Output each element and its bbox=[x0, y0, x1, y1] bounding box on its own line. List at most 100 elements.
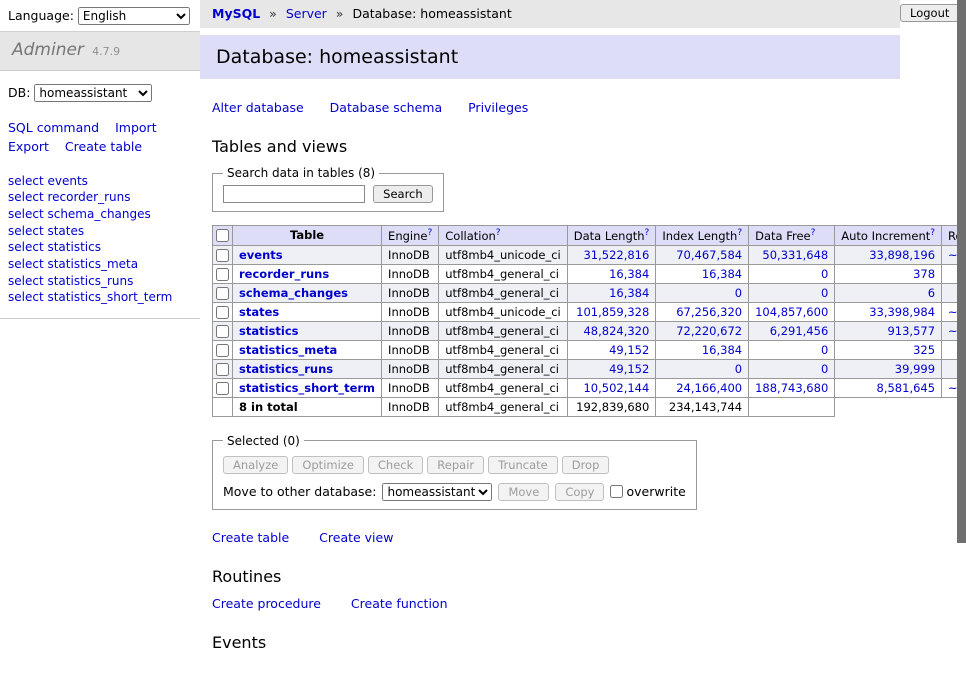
logout-button[interactable]: Logout bbox=[900, 4, 959, 22]
export-link[interactable]: Export bbox=[8, 139, 49, 154]
data-length-link[interactable]: 16,384 bbox=[609, 267, 649, 281]
truncate-button[interactable]: Truncate bbox=[488, 456, 558, 474]
data-length-link[interactable]: 31,522,816 bbox=[583, 248, 649, 262]
column-help-link[interactable]: ? bbox=[645, 228, 650, 238]
sidebar-table-link[interactable]: select statistics_meta bbox=[8, 257, 138, 271]
auto-increment-cell: 325 bbox=[835, 340, 942, 359]
drop-button[interactable]: Drop bbox=[562, 456, 610, 474]
database-schema-link[interactable]: Database schema bbox=[330, 100, 442, 115]
row-checkbox[interactable] bbox=[216, 325, 229, 338]
row-checkbox[interactable] bbox=[216, 268, 229, 281]
column-help-link[interactable]: ? bbox=[930, 228, 935, 238]
search-button[interactable]: Search bbox=[373, 185, 433, 203]
data-length-link[interactable]: 49,152 bbox=[609, 343, 649, 357]
engine-cell: InnoDB bbox=[382, 340, 439, 359]
collation-cell: utf8mb4_general_ci bbox=[439, 378, 568, 397]
routine-links: Create procedure Create function bbox=[212, 596, 900, 611]
data-free-link[interactable]: 50,331,648 bbox=[762, 248, 828, 262]
table-name-link[interactable]: statistics_runs bbox=[239, 362, 333, 376]
data-length-link[interactable]: 49,152 bbox=[609, 362, 649, 376]
move-database-select[interactable]: homeassistant bbox=[382, 483, 492, 501]
table-name-link[interactable]: statistics bbox=[239, 324, 299, 338]
sidebar-table-link[interactable]: select events bbox=[8, 174, 88, 188]
index-length-link[interactable]: 0 bbox=[735, 286, 742, 300]
create-procedure-link[interactable]: Create procedure bbox=[212, 596, 321, 611]
total-data-free-cell bbox=[749, 397, 835, 416]
table-name-link[interactable]: schema_changes bbox=[239, 286, 348, 300]
column-help-link[interactable]: ? bbox=[811, 228, 816, 238]
data-free-link[interactable]: 104,857,600 bbox=[755, 305, 828, 319]
alter-database-link[interactable]: Alter database bbox=[212, 100, 304, 115]
auto-increment-link[interactable]: 33,898,196 bbox=[869, 248, 935, 262]
auto-increment-link[interactable]: 378 bbox=[913, 267, 935, 281]
scrollbar-thumb[interactable] bbox=[957, 0, 966, 543]
privileges-link[interactable]: Privileges bbox=[468, 100, 528, 115]
data-free-link[interactable]: 0 bbox=[821, 343, 828, 357]
sql-command-link[interactable]: SQL command bbox=[8, 120, 99, 135]
check-button[interactable]: Check bbox=[368, 456, 423, 474]
import-link[interactable]: Import bbox=[115, 120, 157, 135]
row-checkbox[interactable] bbox=[216, 306, 229, 319]
data-length-link[interactable]: 16,384 bbox=[609, 286, 649, 300]
vertical-scrollbar[interactable] bbox=[957, 0, 966, 543]
data-free-link[interactable]: 0 bbox=[821, 267, 828, 281]
table-name-link[interactable]: states bbox=[239, 305, 279, 319]
move-button[interactable]: Move bbox=[498, 483, 549, 501]
sidebar-table-link[interactable]: select schema_changes bbox=[8, 207, 151, 221]
table-name-link[interactable]: statistics_short_term bbox=[239, 381, 375, 395]
copy-button[interactable]: Copy bbox=[555, 483, 604, 501]
index-length-link[interactable]: 67,256,320 bbox=[676, 305, 742, 319]
create-function-link[interactable]: Create function bbox=[351, 596, 448, 611]
sidebar-table-link[interactable]: select states bbox=[8, 224, 84, 238]
sidebar-table-link[interactable]: select statistics bbox=[8, 240, 101, 254]
auto-increment-link[interactable]: 33,398,984 bbox=[869, 305, 935, 319]
db-select[interactable]: homeassistant bbox=[34, 84, 152, 102]
language-select[interactable]: English bbox=[78, 7, 190, 25]
column-help-link[interactable]: ? bbox=[496, 228, 501, 238]
sidebar-table-link[interactable]: select statistics_runs bbox=[8, 274, 133, 288]
index-length-link[interactable]: 24,166,400 bbox=[676, 381, 742, 395]
collation-cell: utf8mb4_general_ci bbox=[439, 283, 568, 302]
auto-increment-link[interactable]: 913,577 bbox=[887, 324, 935, 338]
auto-increment-link[interactable]: 6 bbox=[928, 286, 935, 300]
column-help-link[interactable]: ? bbox=[427, 228, 432, 238]
sidebar-table-link[interactable]: select recorder_runs bbox=[8, 190, 131, 204]
search-input[interactable] bbox=[223, 185, 365, 203]
data-free-link[interactable]: 188,743,680 bbox=[755, 381, 828, 395]
create-table-sidebar-link[interactable]: Create table bbox=[65, 139, 142, 154]
auto-increment-link[interactable]: 39,999 bbox=[895, 362, 935, 376]
row-checkbox[interactable] bbox=[216, 382, 229, 395]
auto-increment-link[interactable]: 8,581,645 bbox=[877, 381, 936, 395]
sidebar-table-link[interactable]: select statistics_short_term bbox=[8, 290, 172, 304]
index-length-link[interactable]: 70,467,584 bbox=[676, 248, 742, 262]
data-length-link[interactable]: 101,859,328 bbox=[576, 305, 649, 319]
breadcrumb-server-link[interactable]: Server bbox=[286, 6, 327, 21]
data-free-link[interactable]: 0 bbox=[821, 362, 828, 376]
row-checkbox[interactable] bbox=[216, 249, 229, 262]
analyze-button[interactable]: Analyze bbox=[223, 456, 288, 474]
adminer-page: Language:English Adminer 4.7.9 DB:homeas… bbox=[0, 0, 966, 543]
row-checkbox[interactable] bbox=[216, 363, 229, 376]
table-name-link[interactable]: recorder_runs bbox=[239, 267, 329, 281]
auto-increment-link[interactable]: 325 bbox=[913, 343, 935, 357]
row-checkbox[interactable] bbox=[216, 287, 229, 300]
column-help-link[interactable]: ? bbox=[737, 228, 742, 238]
index-length-link[interactable]: 16,384 bbox=[702, 343, 742, 357]
select-all-checkbox[interactable] bbox=[216, 229, 229, 242]
overwrite-checkbox[interactable] bbox=[610, 485, 623, 498]
app-name-link[interactable]: Adminer bbox=[12, 40, 84, 60]
table-name-link[interactable]: events bbox=[239, 248, 283, 262]
data-length-link[interactable]: 10,502,144 bbox=[583, 381, 649, 395]
breadcrumb-mysql-link[interactable]: MySQL bbox=[212, 6, 260, 21]
optimize-button[interactable]: Optimize bbox=[292, 456, 364, 474]
repair-button[interactable]: Repair bbox=[427, 456, 484, 474]
data-free-link[interactable]: 0 bbox=[821, 286, 828, 300]
index-length-link[interactable]: 0 bbox=[735, 362, 742, 376]
collation-cell: utf8mb4_general_ci bbox=[439, 321, 568, 340]
data-free-link[interactable]: 6,291,456 bbox=[770, 324, 829, 338]
table-name-link[interactable]: statistics_meta bbox=[239, 343, 337, 357]
data-length-link[interactable]: 48,824,320 bbox=[583, 324, 649, 338]
row-checkbox[interactable] bbox=[216, 344, 229, 357]
index-length-link[interactable]: 72,220,672 bbox=[676, 324, 742, 338]
index-length-link[interactable]: 16,384 bbox=[702, 267, 742, 281]
